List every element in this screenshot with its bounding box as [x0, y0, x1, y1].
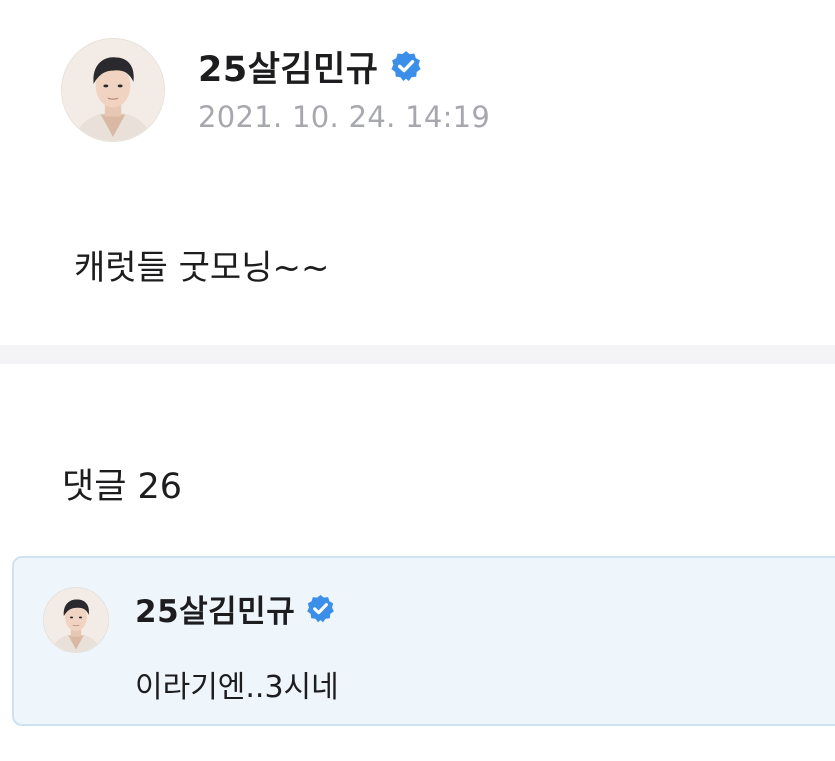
post-page: 25살김민규 2021. 10. 24. 14:19 캐럿들 굿모닝~~ 댓글 …	[0, 0, 835, 761]
section-divider	[0, 345, 835, 364]
comment-author-name[interactable]: 25살김민규	[135, 586, 295, 631]
post-header: 25살김민규 2021. 10. 24. 14:19	[61, 38, 490, 142]
post-body-text: 캐럿들 굿모닝~~	[74, 248, 330, 288]
verified-badge-icon	[389, 49, 423, 83]
author-avatar[interactable]	[61, 38, 165, 142]
post-meta: 25살김민규 2021. 10. 24. 14:19	[198, 38, 491, 135]
comment-author-row: 25살김민규	[135, 586, 336, 630]
comment-author-avatar[interactable]	[43, 587, 109, 653]
avatar-photo	[62, 39, 164, 141]
author-name[interactable]: 25살김민규	[198, 41, 379, 92]
comment-avatar-wrap	[43, 587, 109, 653]
avatar-photo	[44, 588, 108, 652]
comment-item[interactable]: 25살김민규 이라기엔..3시네	[12, 556, 835, 726]
comment-text: 이라기엔..3시네	[135, 670, 339, 705]
author-row: 25살김민규	[198, 42, 490, 90]
post-timestamp: 2021. 10. 24. 14:19	[198, 100, 491, 134]
comments-count-header: 댓글 26	[62, 467, 183, 507]
verified-badge-icon	[305, 593, 336, 624]
